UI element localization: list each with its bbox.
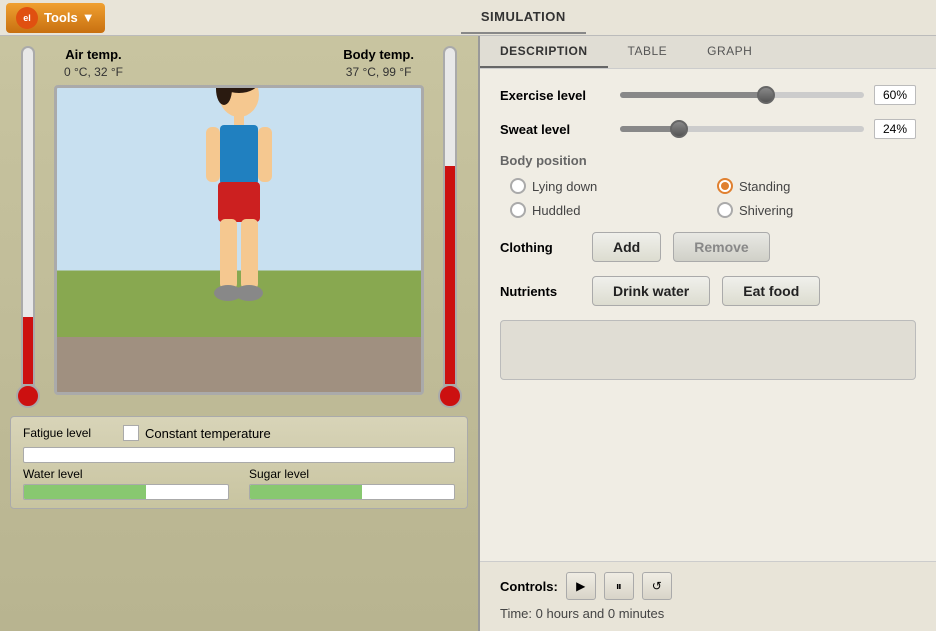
thermo-fill-right	[445, 166, 455, 384]
bottom-info: Fatigue level Constant temperature Water…	[10, 416, 468, 509]
sugar-label: Sugar level	[249, 467, 455, 481]
person-figure	[184, 85, 294, 337]
air-temp-value: 0 °C, 32 °F	[64, 64, 123, 81]
sweat-value: 24%	[874, 119, 916, 139]
reset-button[interactable]: ↺	[642, 572, 672, 600]
lower-rows: Water level Sugar level	[23, 467, 455, 500]
pause-button[interactable]: ⏸	[604, 572, 634, 600]
sweat-slider-track[interactable]	[620, 126, 864, 132]
sweat-slider-row: Sweat level 24%	[500, 119, 916, 139]
thermo-tube-left	[21, 46, 35, 386]
radio-lying-down[interactable]: Lying down	[510, 178, 709, 194]
right-tab-bar: DESCRIPTION TABLE GRAPH	[480, 36, 936, 69]
top-bar: el Tools ▼ SIMULATION	[0, 0, 936, 36]
constant-temp-checkbox[interactable]	[123, 425, 139, 441]
standing-label: Standing	[739, 179, 790, 194]
right-panel: DESCRIPTION TABLE GRAPH Exercise level 6…	[480, 36, 936, 631]
temp-labels: Air temp. 0 °C, 32 °F Body temp. 37 °C, …	[54, 46, 424, 81]
constant-temp-row: Constant temperature	[123, 425, 271, 441]
drink-water-button[interactable]: Drink water	[592, 276, 710, 306]
exercise-label: Exercise level	[500, 88, 610, 103]
exercise-slider-thumb[interactable]	[757, 86, 775, 104]
play-button[interactable]: ▶	[566, 572, 596, 600]
time-label: Time: 0 hours and 0 minutes	[500, 606, 916, 621]
nutrients-label: Nutrients	[500, 284, 580, 299]
simulation-image	[54, 85, 424, 395]
sweat-slider-thumb[interactable]	[670, 120, 688, 138]
tab-graph[interactable]: GRAPH	[687, 36, 772, 68]
radio-circle-shivering[interactable]	[717, 202, 733, 218]
center-area: Air temp. 0 °C, 32 °F Body temp. 37 °C, …	[54, 46, 424, 395]
body-position-grid: Lying down Standing Huddled Shivering	[500, 178, 916, 218]
bottom-controls: Controls: ▶ ⏸ ↺ Time: 0 hours and 0 minu…	[480, 561, 936, 631]
nutrients-row: Nutrients Drink water Eat food	[500, 276, 916, 306]
radio-circle-huddled[interactable]	[510, 202, 526, 218]
description-text-area	[500, 320, 916, 380]
water-bar-container	[23, 484, 229, 500]
radio-circle-lying-down[interactable]	[510, 178, 526, 194]
thermometer-right	[432, 46, 468, 408]
ground	[57, 337, 421, 392]
thermometer-area: Air temp. 0 °C, 32 °F Body temp. 37 °C, …	[10, 46, 468, 408]
play-icon: ▶	[576, 579, 585, 593]
pause-icon: ⏸	[616, 579, 622, 594]
clothing-label: Clothing	[500, 240, 580, 255]
thermometer-left	[10, 46, 46, 408]
water-col: Water level	[23, 467, 229, 500]
sweat-label: Sweat level	[500, 122, 610, 137]
radio-standing[interactable]: Standing	[717, 178, 916, 194]
exercise-slider-row: Exercise level 60%	[500, 85, 916, 105]
right-content: Exercise level 60% Sweat level 24% Body …	[480, 69, 936, 561]
reset-icon: ↺	[652, 579, 662, 593]
add-clothing-button[interactable]: Add	[592, 232, 661, 262]
sugar-col: Sugar level	[249, 467, 455, 500]
left-panel: Air temp. 0 °C, 32 °F Body temp. 37 °C, …	[0, 36, 480, 631]
water-bar	[24, 485, 146, 499]
exercise-slider-track[interactable]	[620, 92, 864, 98]
main-layout: Air temp. 0 °C, 32 °F Body temp. 37 °C, …	[0, 36, 936, 631]
controls-row: Controls: ▶ ⏸ ↺	[500, 572, 916, 600]
body-temp-title: Body temp.	[343, 46, 414, 64]
radio-shivering[interactable]: Shivering	[717, 202, 916, 218]
controls-label: Controls:	[500, 579, 558, 594]
fatigue-row: Fatigue level Constant temperature	[23, 425, 455, 441]
lying-down-label: Lying down	[532, 179, 597, 194]
fatigue-bar-row	[23, 447, 455, 463]
air-temp-title: Air temp.	[64, 46, 123, 64]
tab-description[interactable]: DESCRIPTION	[480, 36, 608, 68]
exercise-value: 60%	[874, 85, 916, 105]
radio-huddled[interactable]: Huddled	[510, 202, 709, 218]
tools-label: Tools	[44, 10, 78, 25]
body-position-label: Body position	[500, 153, 916, 168]
thermo-fill-left	[23, 317, 33, 384]
thermo-bulb-left	[16, 384, 40, 408]
sugar-bar	[250, 485, 362, 499]
exercise-slider-fill	[620, 92, 766, 98]
thermo-tube-right	[443, 46, 457, 386]
tools-button[interactable]: el Tools ▼	[6, 3, 105, 33]
eat-food-button[interactable]: Eat food	[722, 276, 820, 306]
constant-temp-label: Constant temperature	[145, 426, 271, 441]
air-temp-block: Air temp. 0 °C, 32 °F	[64, 46, 123, 81]
main-tab-bar: SIMULATION	[111, 1, 936, 34]
shivering-label: Shivering	[739, 203, 793, 218]
chevron-down-icon: ▼	[82, 10, 95, 25]
sugar-bar-container	[249, 484, 455, 500]
fatigue-bar-container	[23, 447, 455, 463]
huddled-label: Huddled	[532, 203, 580, 218]
remove-clothing-button[interactable]: Remove	[673, 232, 769, 262]
body-temp-value: 37 °C, 99 °F	[343, 64, 414, 81]
fatigue-label: Fatigue level	[23, 426, 103, 440]
logo: el	[16, 7, 38, 29]
body-temp-block: Body temp. 37 °C, 99 °F	[343, 46, 414, 81]
tab-simulation[interactable]: SIMULATION	[461, 1, 586, 34]
radio-circle-standing[interactable]	[717, 178, 733, 194]
clothing-row: Clothing Add Remove	[500, 232, 916, 262]
water-label: Water level	[23, 467, 229, 481]
thermo-bulb-right	[438, 384, 462, 408]
tab-table[interactable]: TABLE	[608, 36, 688, 68]
